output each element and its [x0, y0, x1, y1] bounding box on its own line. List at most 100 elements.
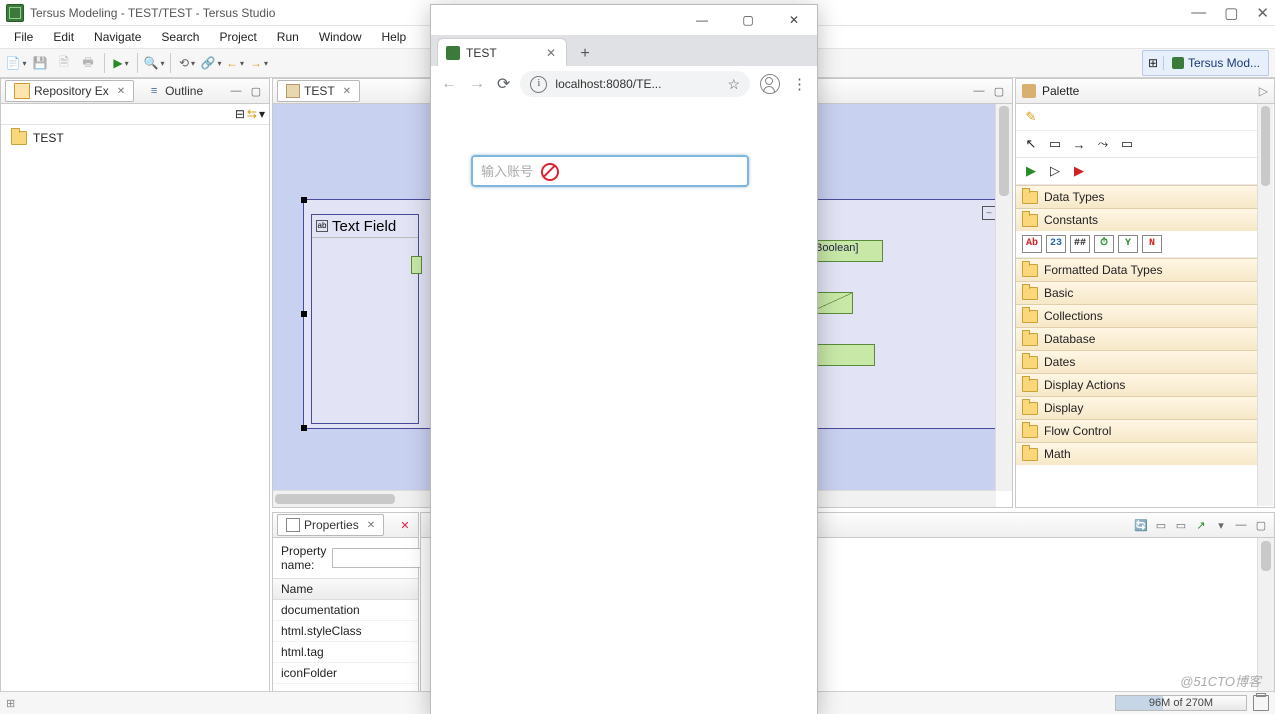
drawer-database[interactable]: Database [1016, 327, 1258, 350]
repo-view-toolbar: ⊟ ⇆ ▾ [1, 104, 269, 125]
new-button[interactable]: 📄 [6, 53, 26, 73]
repository-explorer-tab[interactable]: Repository Ex ✕ [5, 80, 134, 102]
menu-help[interactable]: Help [374, 28, 415, 46]
nav-forward-icon[interactable]: → [469, 75, 485, 93]
drawer-display-actions[interactable]: Display Actions [1016, 373, 1258, 396]
status-left-icon[interactable]: ⊞ [6, 697, 15, 710]
const-no-icon[interactable]: N [1142, 235, 1162, 253]
dashed-arrow-tool-icon[interactable]: ⤳ [1094, 135, 1112, 153]
const-hash-icon[interactable]: ## [1070, 235, 1090, 253]
open-perspective-button[interactable]: ⊞ [1143, 56, 1164, 70]
profile-avatar-icon[interactable] [760, 74, 780, 94]
maximize-icon[interactable]: ▢ [1224, 4, 1238, 22]
close-editor-icon[interactable]: ✕ [343, 86, 351, 97]
drawer-collections[interactable]: Collections [1016, 304, 1258, 327]
editor-vscrollbar[interactable] [995, 104, 1012, 491]
nav-back-icon[interactable]: ← [441, 75, 457, 93]
palette-vscrollbar[interactable] [1257, 104, 1273, 506]
drawer-data-types[interactable]: Data Types [1016, 185, 1258, 208]
const-text-icon[interactable]: Ab [1022, 235, 1042, 253]
boolean-node[interactable]: [Boolean] [807, 240, 883, 262]
browser-menu-icon[interactable]: ⋮ [792, 75, 807, 93]
text-field-element[interactable]: ab Text Field [311, 214, 419, 424]
box-close-icon[interactable]: – [982, 206, 996, 220]
tree-item-test[interactable]: TEST [11, 131, 259, 145]
menu-window[interactable]: Window [311, 28, 370, 46]
brush-tool-icon[interactable]: ✎ [1022, 108, 1040, 126]
step-icon[interactable]: ▷ [1046, 162, 1064, 180]
menu-edit[interactable]: Edit [45, 28, 82, 46]
arrow-tool-icon[interactable]: → [1070, 135, 1088, 153]
bookmark-star-icon[interactable]: ☆ [727, 76, 740, 93]
const-time-icon[interactable]: ⏱ [1094, 235, 1114, 253]
link-editor-icon[interactable]: ⇆ [247, 107, 257, 121]
marquee-tool-icon[interactable]: ▭ [1046, 135, 1064, 153]
prop-row[interactable]: html.tag [273, 642, 418, 663]
drawer-display[interactable]: Display [1016, 396, 1258, 419]
drawer-basic[interactable]: Basic [1016, 281, 1258, 304]
close-tab-icon[interactable]: ✕ [546, 46, 556, 60]
run-button[interactable]: ▶ [111, 53, 131, 73]
perspective-label[interactable]: Tersus Mod... [1164, 56, 1268, 70]
repo-tree[interactable]: TEST [1, 125, 269, 151]
link-button[interactable]: 🔗 [201, 53, 221, 73]
favicon-icon [446, 46, 460, 60]
view-menu-icon[interactable]: ▾ [259, 107, 265, 121]
reset-icon[interactable]: ✕ [396, 516, 414, 534]
menu-navigate[interactable]: Navigate [86, 28, 149, 46]
browser-tab[interactable]: TEST ✕ [437, 38, 567, 66]
properties-tab[interactable]: Properties ✕ [277, 514, 384, 536]
browser-titlebar[interactable]: — ▢ ✕ [431, 5, 817, 36]
collapse-all-icon[interactable]: ⊟ [235, 107, 245, 121]
ext-tools-button[interactable]: 🔍 [144, 53, 164, 73]
repo-icon [14, 83, 30, 99]
menu-file[interactable]: File [6, 28, 41, 46]
editor-max-icon[interactable]: ▢ [990, 82, 1008, 100]
site-info-icon[interactable]: i [530, 76, 547, 93]
prop-row[interactable]: documentation [273, 600, 418, 621]
const-number-icon[interactable]: 23 [1046, 235, 1066, 253]
props-col-header[interactable]: Name [273, 579, 418, 600]
menu-project[interactable]: Project [211, 28, 264, 46]
address-bar[interactable]: i localhost:8080/TE... ☆ [520, 71, 750, 97]
close-icon[interactable]: ✕ [1256, 4, 1269, 22]
play-red-icon[interactable]: ▶ [1070, 162, 1088, 180]
test-page-textfield[interactable] [471, 155, 749, 187]
drawer-dates[interactable]: Dates [1016, 350, 1258, 373]
prop-row[interactable]: html.styleClass [273, 621, 418, 642]
url-text: localhost:8080/TE... [555, 77, 661, 91]
outline-tab[interactable]: ≡ Outline [138, 80, 212, 102]
close-properties-icon[interactable]: ✕ [367, 520, 375, 531]
menu-run[interactable]: Run [269, 28, 307, 46]
note-tool-icon[interactable]: ▭ [1118, 135, 1136, 153]
editor-tab-test[interactable]: TEST ✕ [277, 80, 360, 102]
browser-close-icon[interactable]: ✕ [771, 5, 817, 35]
minimize-icon[interactable]: — [1191, 4, 1206, 22]
nav-reload-icon[interactable]: ⟳ [497, 74, 510, 94]
gc-trash-icon[interactable] [1253, 695, 1269, 711]
forward-button[interactable]: → [249, 53, 269, 73]
prop-row[interactable]: iconFolder [273, 663, 418, 684]
browser-max-icon[interactable]: ▢ [725, 5, 771, 35]
nav-history-button[interactable]: ⟲ [177, 53, 197, 73]
drawer-constants[interactable]: Constants [1016, 208, 1258, 231]
memory-indicator[interactable]: 96M of 270M [1115, 695, 1247, 711]
back-button[interactable]: ← [225, 53, 245, 73]
drawer-formatted[interactable]: Formatted Data Types [1016, 258, 1258, 281]
view-max-icon[interactable]: ▢ [247, 82, 265, 100]
select-tool-icon[interactable]: ↖ [1022, 135, 1040, 153]
editor-min-icon[interactable]: — [970, 82, 988, 100]
play-green-icon[interactable]: ▶ [1022, 162, 1040, 180]
drawer-flow-control[interactable]: Flow Control [1016, 419, 1258, 442]
new-tab-button[interactable]: + [573, 42, 597, 66]
account-input[interactable] [473, 164, 747, 179]
close-tab-icon[interactable]: ✕ [117, 86, 125, 97]
port-marker[interactable] [411, 256, 422, 274]
palette-collapse-icon[interactable]: ▷ [1259, 84, 1268, 98]
outline-icon: ≡ [147, 84, 161, 98]
browser-min-icon[interactable]: — [679, 5, 725, 35]
view-min-icon[interactable]: — [227, 82, 245, 100]
const-yes-icon[interactable]: Y [1118, 235, 1138, 253]
drawer-math[interactable]: Math [1016, 442, 1258, 465]
menu-search[interactable]: Search [153, 28, 207, 46]
